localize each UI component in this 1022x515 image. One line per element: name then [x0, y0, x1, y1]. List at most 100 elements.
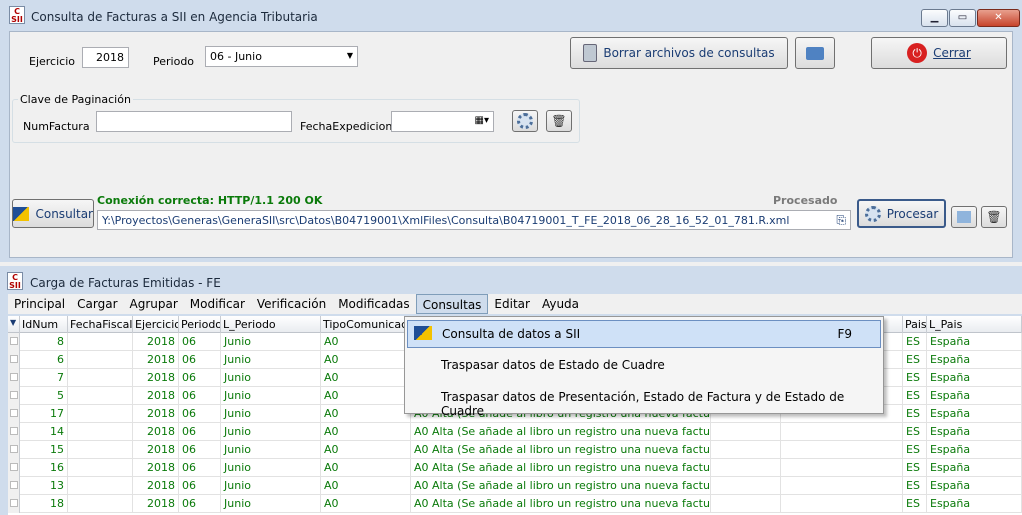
- table-row[interactable]: 13 2018 06 Junio A0 A0 Alta (Se añade al libr…: [8, 477, 1022, 495]
- cell-periodo: 06: [179, 423, 221, 441]
- minimize-button[interactable]: ▁: [921, 9, 948, 27]
- menu-verificacion[interactable]: Verificación: [251, 294, 332, 314]
- menu-bar: Principal Cargar Agrupar Modificar Verif…: [8, 294, 1022, 314]
- connection-status: Conexión correcta: HTTP/1.1 200 OK: [97, 194, 323, 207]
- cell-fechafiscal: [68, 477, 133, 495]
- column-header-lpais[interactable]: L_Pais: [927, 316, 1022, 333]
- procesar-button[interactable]: Procesar: [857, 199, 946, 228]
- paginacion-delete-button[interactable]: 🗑: [546, 110, 572, 132]
- file-path-field[interactable]: Y:\Proyectos\Generas\GeneraSII\src\Datos…: [97, 210, 851, 230]
- cell-fechafiscal: [68, 369, 133, 387]
- checkbox-icon: [10, 463, 18, 471]
- column-header-lperiodo[interactable]: L_Periodo: [221, 316, 321, 333]
- fecha-expedicion-label: FechaExpedicion: [300, 120, 393, 133]
- cell-lpais: España: [927, 387, 1022, 405]
- cerrar-button[interactable]: ⏻ Cerrar: [871, 37, 1007, 69]
- cell-tipocomunicacion: A0: [321, 351, 411, 369]
- row-selector[interactable]: [8, 459, 20, 477]
- borrar-archivos-label: Borrar archivos de consultas: [603, 46, 775, 60]
- table-row[interactable]: 16 2018 06 Junio A0 A0 Alta (Se añade al libr…: [8, 459, 1022, 477]
- periodo-select-value: 06 - Junio: [210, 50, 262, 63]
- cell-fechafiscal: [68, 387, 133, 405]
- app-sii-icon: C SII: [7, 272, 23, 290]
- row-selector[interactable]: [8, 351, 20, 369]
- ejercicio-input[interactable]: 2018: [82, 47, 129, 68]
- menu-consultas[interactable]: Consultas: [415, 294, 489, 314]
- checkbox-icon: [10, 373, 18, 381]
- menu-item-traspasar-cuadre[interactable]: Traspasar datos de Estado de Cuadre: [407, 352, 881, 380]
- menu-item-label: Traspasar datos de Presentación, Estado …: [441, 390, 845, 418]
- column-header-ejercicio[interactable]: Ejercicio: [133, 316, 179, 333]
- row-selector[interactable]: [8, 423, 20, 441]
- menu-modificar[interactable]: Modificar: [184, 294, 251, 314]
- procesado-label: Procesado: [773, 194, 838, 207]
- menu-item-traspasar-presentacion[interactable]: Traspasar datos de Presentación, Estado …: [407, 384, 881, 418]
- export-button[interactable]: [951, 206, 977, 228]
- sort-arrow-icon[interactable]: ▼: [8, 316, 20, 333]
- column-header-fechafiscal[interactable]: FechaFiscal: [68, 316, 133, 333]
- cell-pais: ES: [903, 351, 927, 369]
- row-selector[interactable]: [8, 441, 20, 459]
- consultar-button[interactable]: Consultar: [12, 199, 94, 228]
- cell-idnum: 13: [20, 477, 68, 495]
- fecha-expedicion-picker[interactable]: ▦▾: [391, 111, 494, 132]
- menu-item-consulta-datos-sii[interactable]: Consulta de datos a SII F9: [407, 320, 881, 348]
- cell-lpais: España: [927, 477, 1022, 495]
- table-row[interactable]: 15 2018 06 Junio A0 A0 Alta (Se añade al libr…: [8, 441, 1022, 459]
- menu-modificadas[interactable]: Modificadas: [332, 294, 415, 314]
- row-selector[interactable]: [8, 333, 20, 351]
- row-selector[interactable]: [8, 495, 20, 513]
- column-header-tipocomunicacion[interactable]: TipoComunicacion: [321, 316, 411, 333]
- cell-tipocomunicacion: A0: [321, 387, 411, 405]
- delete-file-button[interactable]: 🗑: [981, 206, 1007, 228]
- file-path-text: Y:\Proyectos\Generas\GeneraSII\src\Datos…: [102, 214, 790, 227]
- recycle-bin-icon: [583, 44, 598, 62]
- cell-lperiodo: Junio: [221, 405, 321, 423]
- open-folder-button[interactable]: [795, 37, 835, 69]
- checkbox-icon: [10, 499, 18, 507]
- cell-pais: ES: [903, 333, 927, 351]
- column-header-idnum[interactable]: IdNum: [20, 316, 68, 333]
- document-icon: [957, 211, 971, 223]
- cell-pais: ES: [903, 387, 927, 405]
- cell-idnum: 14: [20, 423, 68, 441]
- borrar-archivos-button[interactable]: Borrar archivos de consultas: [570, 37, 788, 69]
- menu-agrupar[interactable]: Agrupar: [124, 294, 184, 314]
- cell-fechafiscal: [68, 351, 133, 369]
- column-header-periodo[interactable]: Periodo: [179, 316, 221, 333]
- table-row[interactable]: 14 2018 06 Junio A0 A0 Alta (Se añade al libr…: [8, 423, 1022, 441]
- cell-blank-1: [711, 495, 781, 513]
- column-header-pais[interactable]: Pais: [903, 316, 927, 333]
- row-selector[interactable]: [8, 369, 20, 387]
- cell-periodo: 06: [179, 495, 221, 513]
- row-selector[interactable]: [8, 477, 20, 495]
- paginacion-settings-button[interactable]: [512, 110, 538, 132]
- cell-pais: ES: [903, 495, 927, 513]
- cell-lperiodo: Junio: [221, 387, 321, 405]
- maximize-button[interactable]: ▭: [949, 9, 976, 27]
- menu-principal[interactable]: Principal: [8, 294, 71, 314]
- row-selector[interactable]: [8, 405, 20, 423]
- cell-ejercicio: 2018: [133, 369, 179, 387]
- close-window-button[interactable]: ✕: [977, 9, 1020, 27]
- table-row[interactable]: 18 2018 06 Junio A0 A0 Alta (Se añade al libr…: [8, 495, 1022, 513]
- cell-periodo: 06: [179, 405, 221, 423]
- gear-icon: [517, 113, 533, 129]
- cell-periodo: 06: [179, 441, 221, 459]
- menu-ayuda[interactable]: Ayuda: [536, 294, 585, 314]
- cell-descripcion: A0 Alta (Se añade al libro un registro u…: [411, 495, 711, 513]
- ejercicio-label: Ejercicio: [29, 55, 75, 68]
- title-bar[interactable]: C SII Consulta de Facturas a SII en Agenc…: [0, 0, 1022, 30]
- numfactura-input[interactable]: [96, 111, 292, 132]
- row-selector[interactable]: [8, 387, 20, 405]
- menu-cargar[interactable]: Cargar: [71, 294, 123, 314]
- menu-editar[interactable]: Editar: [488, 294, 536, 314]
- periodo-select[interactable]: 06 - Junio ▼: [205, 46, 358, 67]
- cell-periodo: 06: [179, 369, 221, 387]
- checkbox-icon: [10, 355, 18, 363]
- cell-lperiodo: Junio: [221, 351, 321, 369]
- cell-tipocomunicacion: A0: [321, 459, 411, 477]
- cell-ejercicio: 2018: [133, 441, 179, 459]
- menu-item-label: Traspasar datos de Estado de Cuadre: [441, 358, 665, 372]
- cell-ejercicio: 2018: [133, 495, 179, 513]
